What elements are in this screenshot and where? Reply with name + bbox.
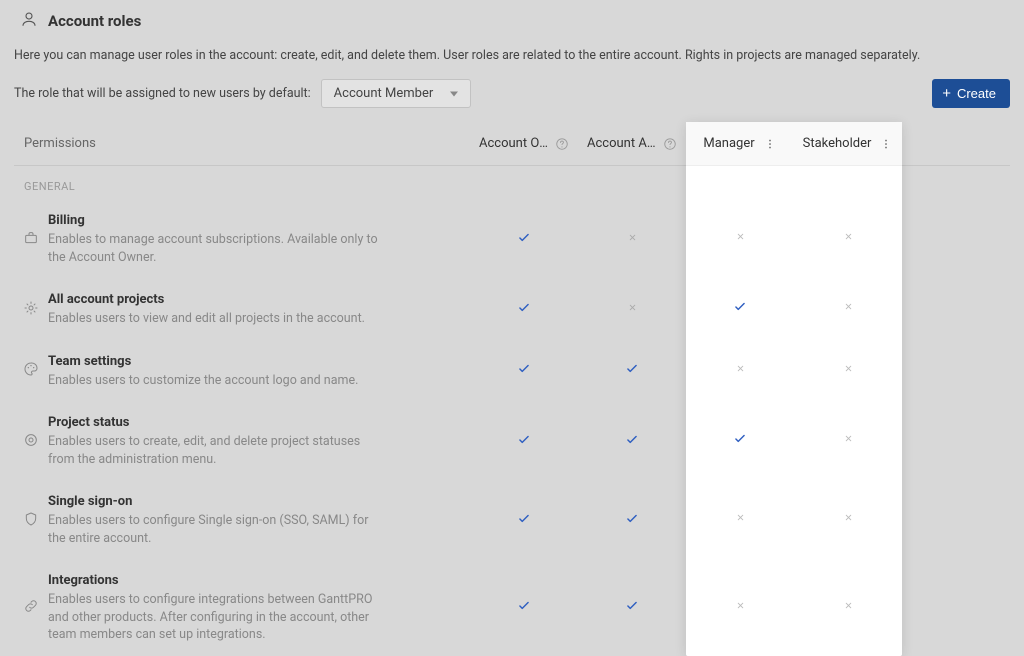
kebab-icon[interactable]	[763, 137, 777, 151]
help-icon[interactable]	[555, 137, 569, 151]
section-general: GENERAL	[14, 166, 1010, 200]
custom-roles-panel: Manager Stakeholder	[686, 122, 902, 656]
permission-value[interactable]	[794, 340, 902, 402]
permission-title: Single sign-on	[48, 494, 462, 509]
role-header-owner: Account Ow…	[470, 122, 578, 166]
controls-row: The role that will be assigned to new us…	[0, 75, 1024, 122]
permission-value	[470, 480, 578, 559]
permission-value	[902, 278, 1010, 340]
permission-value[interactable]	[794, 480, 902, 559]
permission-desc: Enables users to view and edit all proje…	[48, 310, 388, 328]
default-role-select[interactable]: Account Member	[321, 79, 471, 108]
permission-value[interactable]	[794, 199, 902, 278]
permission-value[interactable]	[794, 278, 902, 340]
page-description: Here you can manage user roles in the ac…	[0, 40, 1024, 75]
help-icon[interactable]	[663, 137, 677, 151]
permission-value	[470, 199, 578, 278]
permission-value	[578, 480, 686, 559]
permission-value	[578, 559, 686, 656]
permission-value[interactable]	[686, 278, 794, 340]
gear-icon	[14, 278, 48, 340]
permission-value	[578, 199, 686, 278]
page-header: Account roles	[0, 0, 1024, 40]
role-header-stakeholder-panel: Stakeholder	[794, 122, 902, 165]
permission-value[interactable]	[686, 559, 794, 656]
permission-value	[470, 278, 578, 340]
permission-value	[470, 559, 578, 656]
palette-icon	[14, 340, 48, 402]
permission-value[interactable]	[686, 340, 794, 402]
permission-value[interactable]	[794, 559, 902, 656]
permission-value	[902, 199, 1010, 278]
permission-desc: Enables users to create, edit, and delet…	[48, 433, 388, 468]
permission-value[interactable]	[686, 401, 794, 480]
permission-desc: Enables users to configure Single sign-o…	[48, 512, 388, 547]
default-role-label: The role that will be assigned to new us…	[14, 86, 311, 101]
status-icon	[14, 401, 48, 480]
permission-value	[902, 401, 1010, 480]
permission-value	[578, 401, 686, 480]
permission-value	[578, 340, 686, 402]
permission-value	[470, 401, 578, 480]
permission-value	[902, 480, 1010, 559]
page-title: Account roles	[48, 12, 141, 30]
role-header-manager-panel: Manager	[686, 122, 794, 165]
create-button[interactable]: + Create	[932, 79, 1010, 108]
role-header-stakeholder	[902, 122, 1010, 166]
permission-value	[578, 278, 686, 340]
plus-icon: +	[942, 86, 951, 101]
permission-desc: Enables to manage account subscriptions.…	[48, 231, 388, 266]
kebab-icon[interactable]	[879, 137, 893, 151]
permission-value	[902, 559, 1010, 656]
permission-value	[902, 340, 1010, 402]
permission-title: Billing	[48, 213, 462, 228]
permission-title: Team settings	[48, 354, 462, 369]
permission-title: Project status	[48, 415, 462, 430]
permissions-header: Permissions	[14, 122, 470, 166]
shield-icon	[14, 480, 48, 559]
permission-title: Integrations	[48, 573, 462, 588]
permission-value[interactable]	[686, 199, 794, 278]
permission-desc: Enables users to customize the account l…	[48, 372, 388, 390]
account-roles-icon	[20, 10, 38, 32]
default-role-selected: Account Member	[334, 86, 434, 101]
permission-desc: Enables users to configure integrations …	[48, 591, 388, 644]
permission-value	[470, 340, 578, 402]
link-icon	[14, 559, 48, 656]
permission-value[interactable]	[686, 480, 794, 559]
briefcase-icon	[14, 199, 48, 278]
role-header-admin: Account Ad…	[578, 122, 686, 166]
permission-title: All account projects	[48, 292, 462, 307]
permission-value[interactable]	[794, 401, 902, 480]
create-button-label: Create	[957, 86, 996, 101]
